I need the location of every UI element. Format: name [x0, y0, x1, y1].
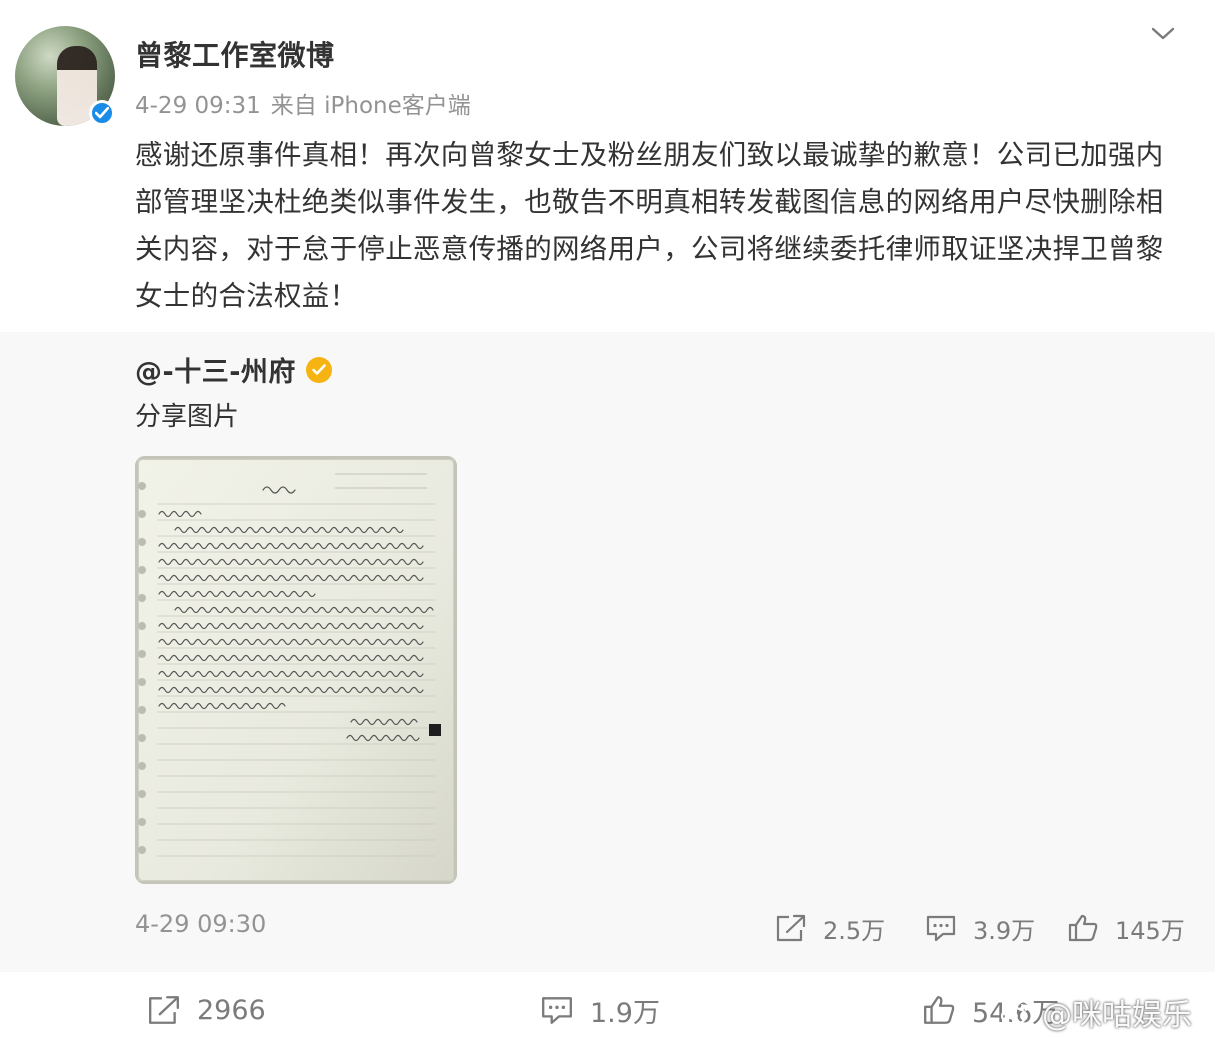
- avatar[interactable]: [15, 26, 115, 126]
- verified-badge-icon: [89, 100, 115, 126]
- post-text: 感谢还原事件真相！再次向曾黎女士及粉丝朋友们致以最诚挚的歉意！公司已加强内部管理…: [135, 139, 1164, 312]
- weibo-post-page: 曾黎工作室微博 4-29 09:31 来自 iPhone客户端 感谢还原事件真相！…: [0, 0, 1223, 1037]
- post-time[interactable]: 4-29 09:31: [135, 93, 261, 119]
- share-arrow-icon: [149, 996, 179, 1024]
- repost-repost-count: 2.5万: [823, 916, 886, 945]
- repost-like-count: 145万: [1115, 916, 1185, 945]
- repost-count: 2966: [197, 994, 266, 1026]
- watermark: @咪咕娱乐: [1000, 990, 1192, 1034]
- repost-comment-count: 3.9万: [973, 916, 1036, 945]
- watermark-text: @咪咕娱乐: [1042, 998, 1192, 1033]
- repost-footer: 4-29 09:30 2.5万 3.9万 145万: [0, 910, 1215, 950]
- repost-like-button[interactable]: 145万: [1067, 910, 1185, 946]
- comment-button[interactable]: 1.9万: [540, 992, 660, 1029]
- comment-bubble-icon: [926, 915, 956, 942]
- repost-username[interactable]: @-十三-州府: [135, 350, 296, 389]
- handwritten-letter-image[interactable]: [135, 456, 457, 884]
- repost-text: 分享图片: [135, 402, 240, 432]
- post-meta: 4-29 09:31 来自 iPhone客户端: [135, 86, 481, 120]
- comment-count: 1.9万: [590, 997, 660, 1029]
- repost-user-row: @-十三-州府: [135, 350, 332, 389]
- gold-verified-icon: [305, 356, 332, 383]
- post-username[interactable]: 曾黎工作室微博: [135, 34, 335, 74]
- thumbs-up-icon: [1068, 914, 1098, 942]
- repost-time[interactable]: 4-29 09:30: [135, 910, 266, 938]
- repost-repost-button[interactable]: 2.5万: [775, 910, 885, 946]
- thumbs-up-icon: [924, 996, 955, 1024]
- share-arrow-icon: [776, 914, 806, 942]
- post-source: 来自 iPhone客户端: [270, 93, 471, 119]
- chevron-down-icon[interactable]: [1148, 22, 1178, 46]
- comment-bubble-icon: [542, 997, 572, 1024]
- repost-card[interactable]: @-十三-州府 分享图片 4-29 09:30 2.5万 3.9万 145万: [0, 332, 1215, 972]
- repost-comment-button[interactable]: 3.9万: [925, 910, 1035, 946]
- weibo-logo-icon: [1000, 999, 1032, 1026]
- repost-button[interactable]: 2966: [147, 992, 266, 1028]
